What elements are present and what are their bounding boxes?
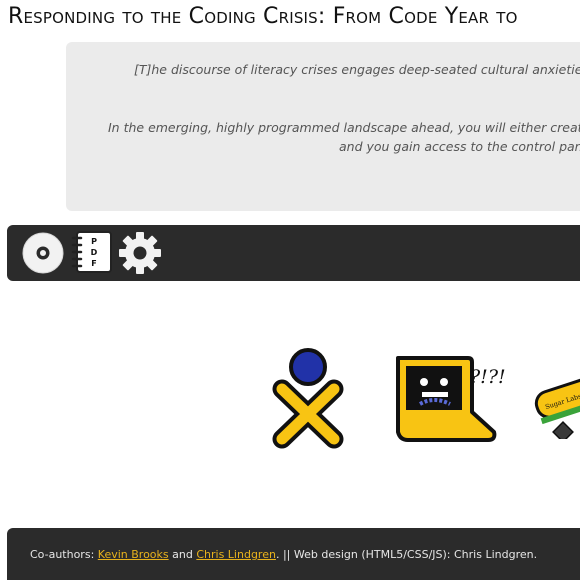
footer: Co-authors: Kevin Brooks and Chris Lindg… — [7, 528, 580, 580]
exclaim-text: ?!?! — [470, 366, 506, 388]
quote-1: [T]he discourse of literacy crises engag… — [134, 62, 580, 77]
quote-box: [T]he discourse of literacy crises engag… — [66, 42, 580, 211]
gear-icon — [119, 232, 161, 274]
pdf-icon: P D F — [71, 231, 112, 273]
design-credit: . || Web design (HTML5/CSS/JS): Chris Li… — [275, 548, 538, 561]
toolbar: P D F — [7, 225, 580, 281]
pdf-letter-f: F — [91, 259, 96, 268]
and-text: and — [172, 548, 193, 561]
quote-2-line-1: In the emerging, highly programmed lands… — [108, 120, 580, 135]
pdf-letter-p: P — [91, 237, 97, 246]
page: Responding to the Coding Crisis: From Co… — [0, 0, 580, 580]
page-title: Responding to the Coding Crisis: From Co… — [8, 4, 518, 29]
sugar-labs-badge-icon: Sugar Labs — [534, 375, 580, 439]
settings-button[interactable] — [117, 229, 163, 275]
author-link-chris-lindgren[interactable]: Chris Lindgren — [196, 548, 276, 561]
footer-credits: Co-authors: Kevin Brooks and Chris Lindg… — [30, 548, 537, 561]
illustration-stage: ?!?! Sugar Labs — [0, 281, 580, 528]
xo-figure-icon — [272, 348, 344, 449]
pdf-letter-d: D — [91, 248, 98, 257]
author-link-kevin-brooks[interactable]: Kevin Brooks — [98, 548, 169, 561]
coauthors-label: Co-authors: — [30, 548, 95, 561]
cd-icon — [22, 232, 64, 274]
quote-2-line-2: and you gain access to the control panel… — [339, 139, 580, 154]
cd-button[interactable] — [20, 229, 66, 275]
pdf-button[interactable]: P D F — [69, 229, 115, 275]
